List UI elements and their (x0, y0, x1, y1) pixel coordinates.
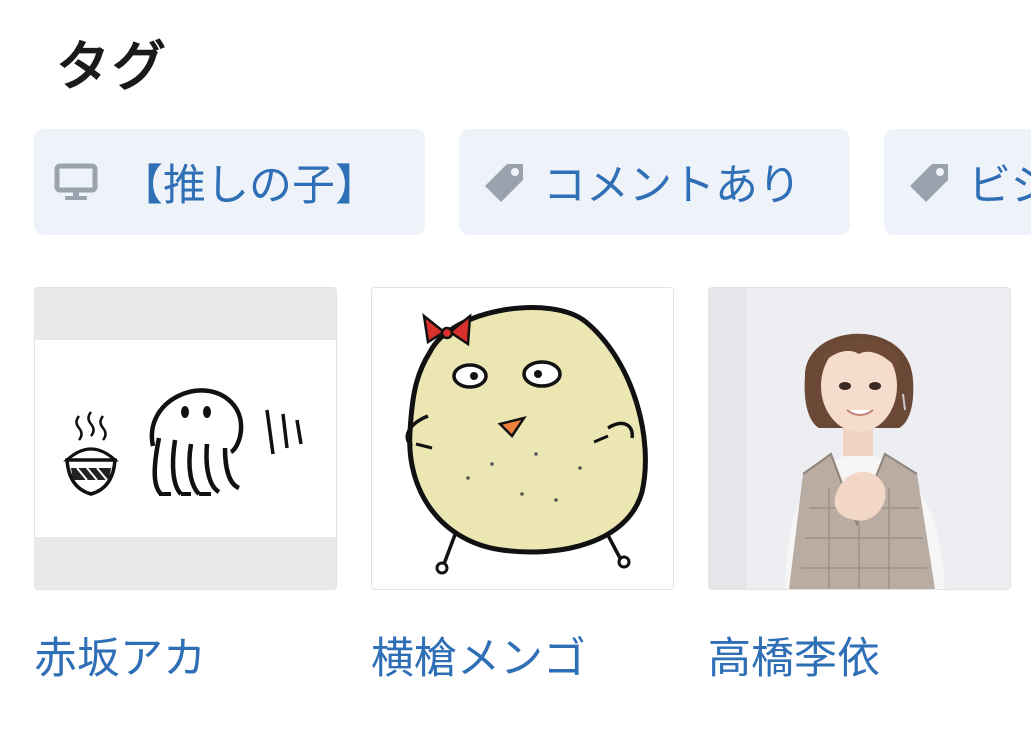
person-list: 赤坂アカ 横槍メンゴ 高橋李依 (0, 287, 1031, 707)
tag-icon (908, 160, 952, 204)
section-title: タグ (56, 35, 168, 98)
person-name[interactable]: 横槍メンゴ (371, 624, 674, 686)
tag-comment-ari[interactable]: コメントあり (459, 129, 850, 235)
person-card-akasaka[interactable]: 赤坂アカ (34, 287, 337, 686)
tag-icon (483, 160, 527, 204)
thumbnail-octopus-image[interactable] (34, 287, 337, 590)
person-card-yokoyari[interactable]: 横槍メンゴ (371, 287, 674, 686)
monitor-icon (54, 160, 98, 204)
tag-list: 【推しの子】 コメントあり ビジ (0, 129, 1031, 237)
tag-oshinoko[interactable]: 【推しの子】 (34, 129, 425, 235)
person-card-takahashi[interactable]: 高橋李依 (708, 287, 1011, 686)
thumbnail-potato-image[interactable] (371, 287, 674, 590)
person-name[interactable]: 赤坂アカ (34, 624, 337, 686)
tag-biji[interactable]: ビジ (884, 129, 1031, 235)
thumbnail-portrait-photo[interactable] (708, 287, 1011, 590)
tag-label: 【推しの子】 (120, 161, 378, 211)
person-name[interactable]: 高橋李依 (708, 624, 1011, 686)
tag-label: コメントあり (543, 161, 801, 211)
tag-label: ビジ (968, 161, 1031, 211)
